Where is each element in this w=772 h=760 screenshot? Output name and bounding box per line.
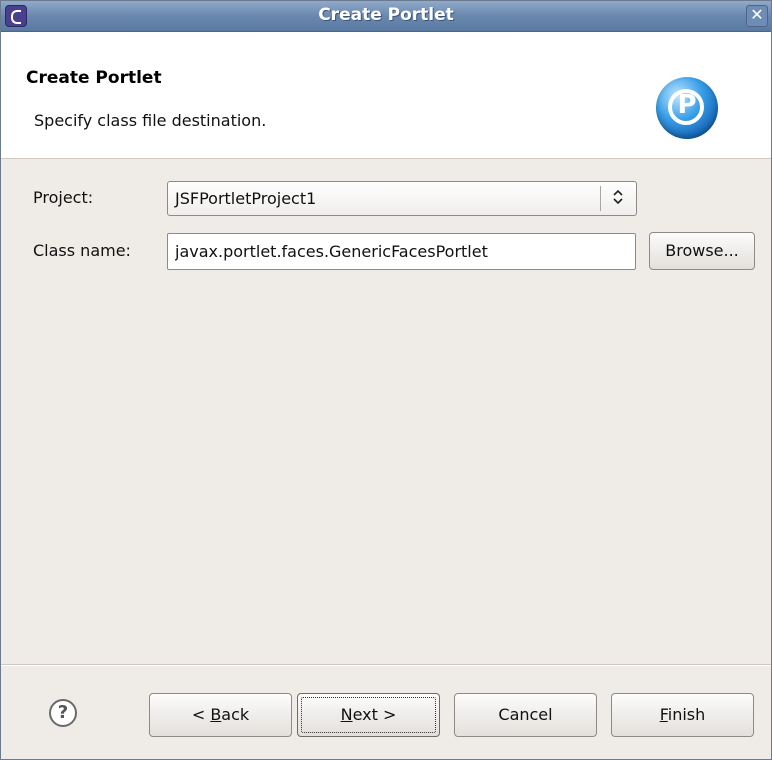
- finish-button-label: Finish: [659, 705, 706, 724]
- dialog-window: Create Portlet ✕ Create Portlet Specify …: [0, 0, 772, 760]
- project-combo-value: JSFPortletProject1: [175, 189, 317, 208]
- back-button-label: < Back: [191, 705, 250, 724]
- close-icon[interactable]: ✕: [746, 5, 768, 27]
- browse-button[interactable]: Browse...: [649, 232, 755, 270]
- classname-input[interactable]: [167, 233, 636, 270]
- chevron-updown-icon[interactable]: [608, 185, 628, 211]
- combo-divider: [600, 186, 601, 211]
- help-icon[interactable]: ?: [49, 699, 77, 727]
- page-description: Specify class file destination.: [34, 111, 267, 130]
- project-combo[interactable]: JSFPortletProject1: [167, 181, 637, 216]
- cancel-button-label: Cancel: [498, 705, 553, 724]
- wizard-header: Create Portlet Specify class file destin…: [1, 32, 771, 159]
- browse-button-label: Browse...: [665, 241, 739, 260]
- title-bar: Create Portlet ✕: [1, 1, 771, 32]
- back-button[interactable]: < Back: [149, 693, 292, 737]
- page-title: Create Portlet: [26, 68, 162, 88]
- finish-button[interactable]: Finish: [611, 693, 754, 737]
- next-button[interactable]: Next >: [297, 693, 440, 737]
- portlet-logo-icon: P: [656, 77, 718, 139]
- window-title: Create Portlet: [318, 5, 454, 25]
- cancel-button[interactable]: Cancel: [454, 693, 597, 737]
- logo-letter: P: [677, 90, 697, 120]
- project-label: Project:: [33, 188, 94, 207]
- focus-ring: [301, 697, 436, 733]
- footer-divider-highlight: [1, 665, 771, 666]
- classname-label: Class name:: [33, 241, 131, 260]
